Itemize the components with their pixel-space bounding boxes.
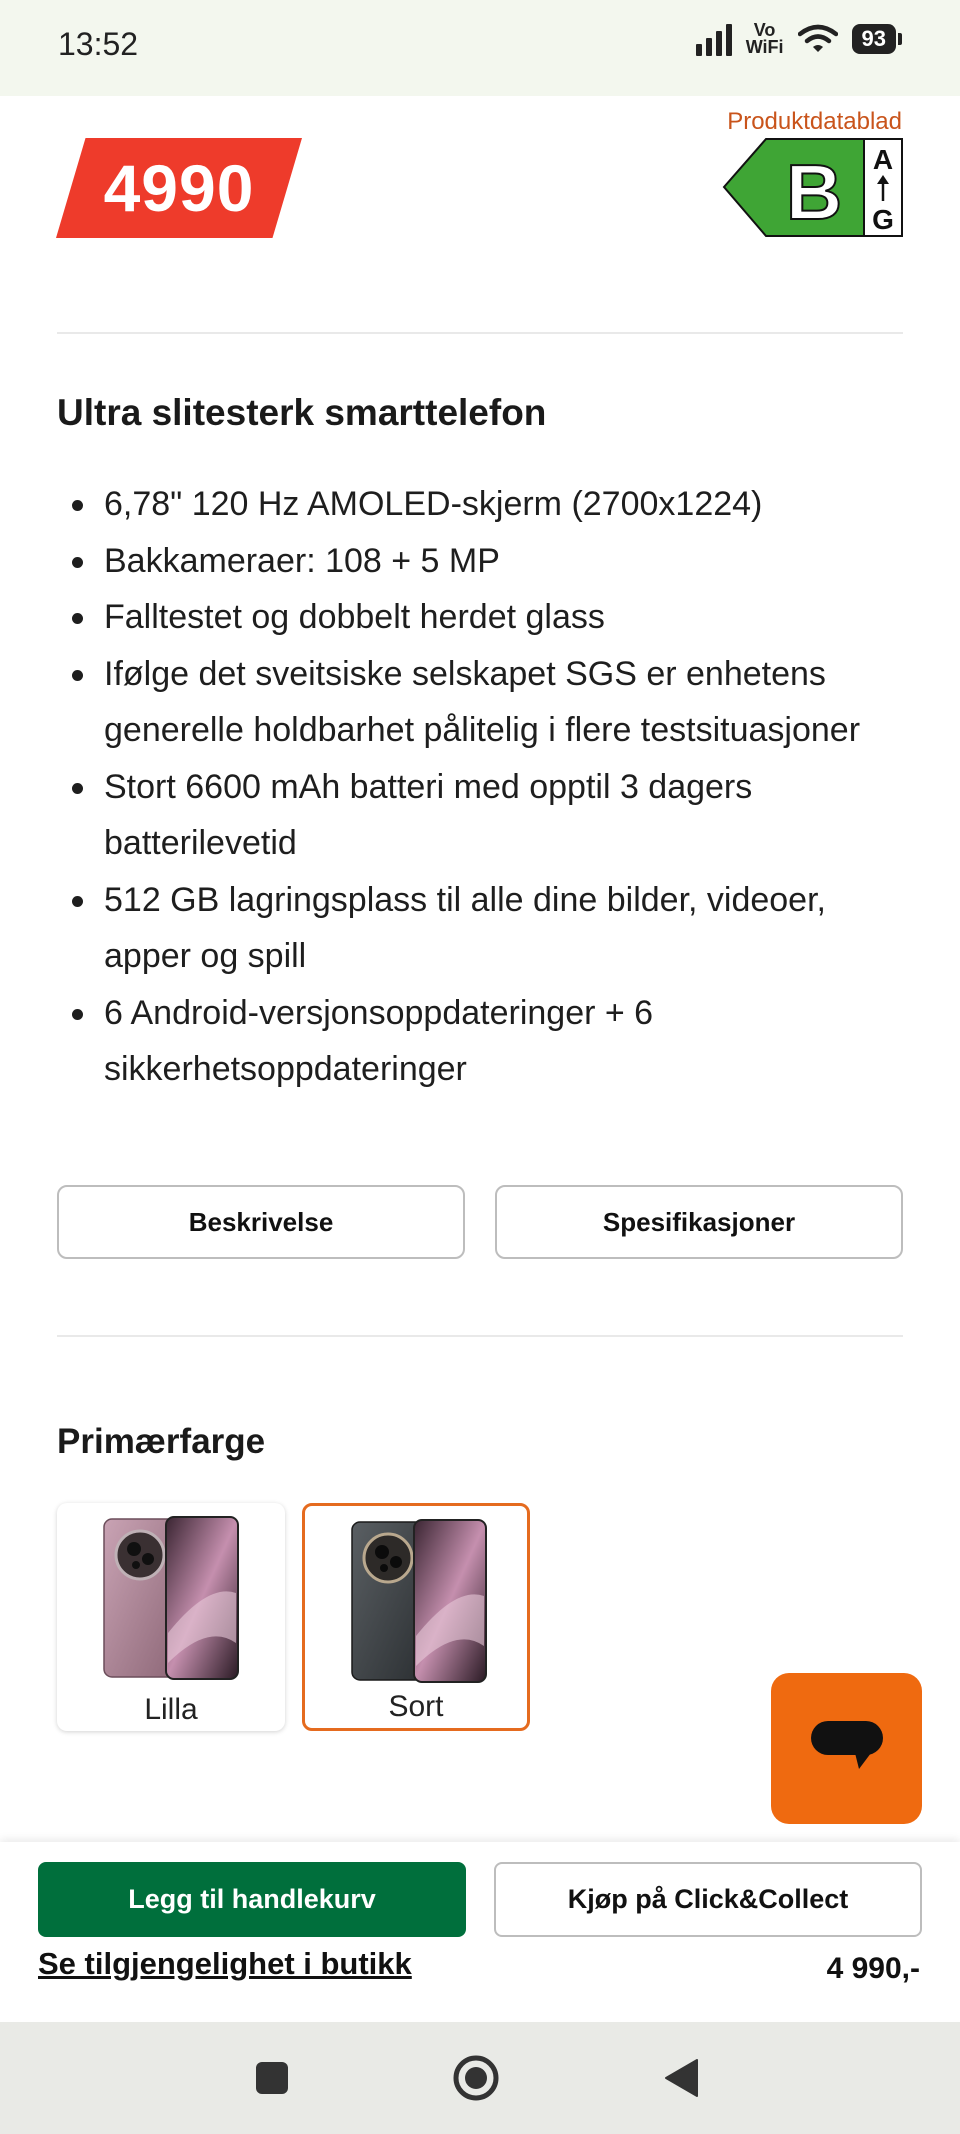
specifications-button[interactable]: Spesifikasjoner: [495, 1185, 903, 1259]
vowifi-bottom: WiFi: [745, 37, 784, 57]
phone-image-sort: [351, 1519, 487, 1683]
recents-button[interactable]: [227, 2022, 317, 2134]
divider: [57, 1335, 903, 1337]
feature-item: Falltestet og dobbelt herdet glass: [68, 589, 918, 646]
wifi-icon: [797, 24, 838, 52]
click-and-collect-button[interactable]: Kjøp på Click&Collect: [494, 1862, 922, 1937]
color-option-lilla[interactable]: Lilla: [57, 1503, 285, 1731]
description-button[interactable]: Beskrivelse: [57, 1185, 465, 1259]
energy-class-letter: B: [786, 148, 842, 236]
price-badge-value: 4990: [103, 151, 255, 225]
chat-button[interactable]: [771, 1673, 922, 1824]
status-bar: 13:52 Vo WiFi 93: [0, 0, 960, 96]
status-time: 13:52: [58, 26, 139, 62]
price-badge: 4990: [56, 138, 302, 238]
battery-icon: 93: [851, 24, 903, 54]
navigation-bar: [0, 2022, 960, 2134]
energy-scale-bottom: G: [872, 204, 894, 235]
color-picker-title: Primærfarge: [57, 1422, 266, 1461]
divider: [57, 332, 903, 334]
vowifi-icon: Vo WiFi: [745, 21, 784, 57]
feature-item: 6 Android-versjonsoppdateringer + 6 sikk…: [68, 985, 918, 1098]
add-to-cart-button[interactable]: Legg til handlekurv: [38, 1862, 466, 1937]
color-option-label: Lilla: [144, 1693, 198, 1726]
chat-bubble-icon: [810, 1720, 883, 1769]
highlights-title: Ultra slitesterk smarttelefon: [57, 392, 547, 433]
back-button[interactable]: [636, 2022, 726, 2134]
feature-list: 6,78" 120 Hz AMOLED-skjerm (2700x1224) B…: [68, 476, 918, 1098]
signal-icon: [695, 22, 732, 56]
feature-item: 512 GB lagringsplass til alle dine bilde…: [68, 872, 918, 985]
home-circle-icon: [453, 2055, 499, 2101]
feature-item: Bakkameraer: 108 + 5 MP: [68, 533, 918, 590]
status-icons: Vo WiFi 93: [695, 21, 903, 57]
store-availability-link[interactable]: Se tilgjengelighet i butikk: [38, 1946, 412, 1982]
phone-image-lilla: [103, 1516, 239, 1680]
feature-item: Stort 6600 mAh batteri med opptil 3 dage…: [68, 759, 918, 872]
energy-scale-top: A: [873, 144, 893, 175]
total-price: 4 990,-: [826, 1952, 920, 1985]
feature-item: Ifølge det sveitsiske selskapet SGS er e…: [68, 646, 918, 759]
feature-item: 6,78" 120 Hz AMOLED-skjerm (2700x1224): [68, 476, 918, 533]
energy-label[interactable]: B A G: [722, 137, 904, 238]
back-triangle-icon: [665, 2059, 698, 2097]
recents-square-icon: [256, 2062, 288, 2094]
home-button[interactable]: [431, 2022, 521, 2134]
color-option-sort[interactable]: Sort: [302, 1503, 530, 1731]
product-datasheet-link[interactable]: Produktdatablad: [727, 108, 902, 136]
purchase-bar: Legg til handlekurv Kjøp på Click&Collec…: [0, 1842, 960, 2022]
color-option-label: Sort: [388, 1690, 444, 1723]
